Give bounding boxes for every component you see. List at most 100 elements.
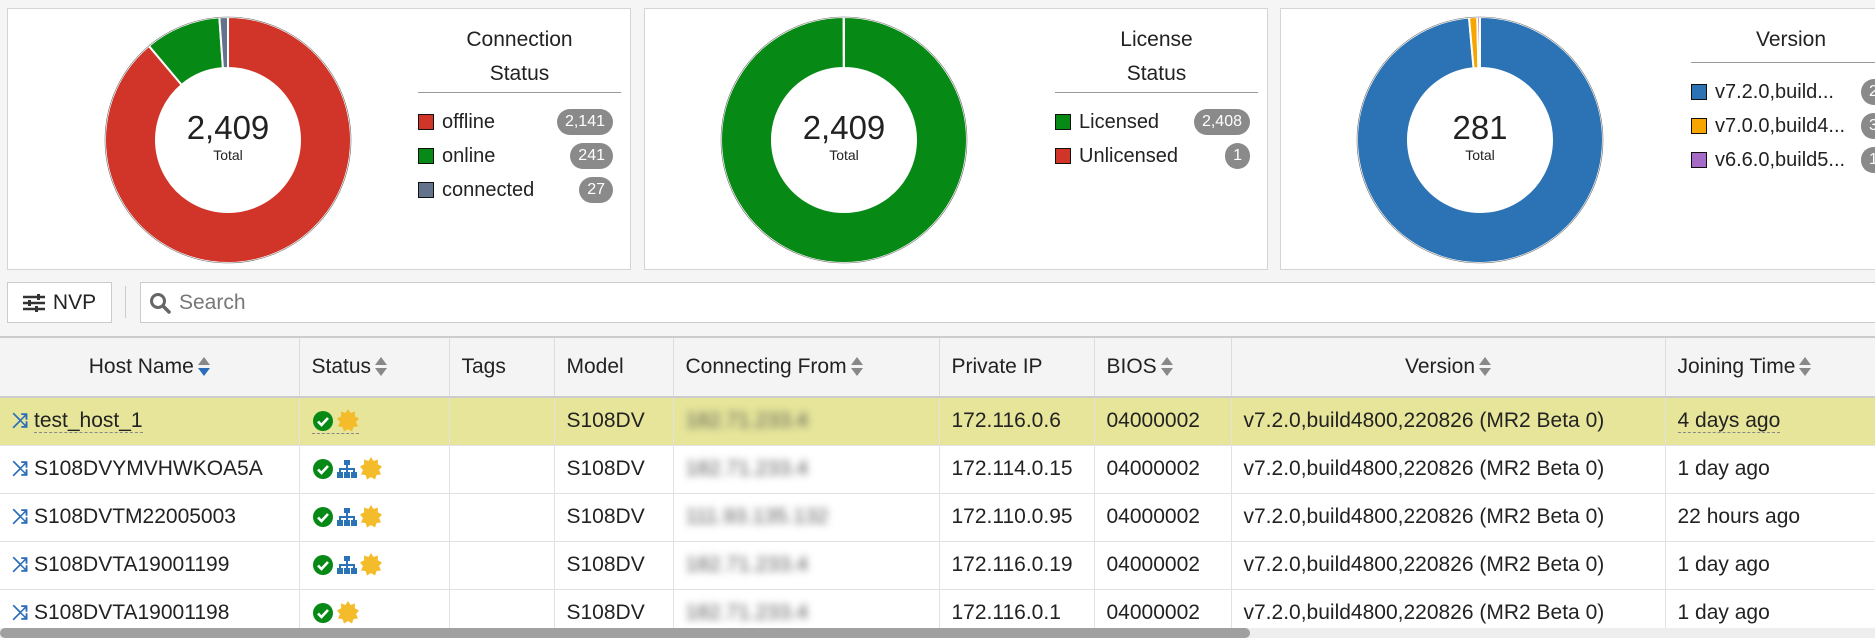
tags-cell (449, 445, 555, 494)
connecting-from-cell: 182.71.233.4 (673, 397, 940, 446)
tags-cell (449, 397, 555, 446)
model-cell: S108DV (554, 541, 674, 590)
legend-count-badge: 1 (1225, 143, 1250, 169)
legend-label: connected (442, 178, 535, 201)
nvp-button[interactable]: NVP (7, 282, 112, 323)
column-header-label: Connecting From (685, 355, 847, 378)
legend-count-badge: 3 (1861, 113, 1875, 139)
host-name-cell[interactable]: ⤨ S108DVTA19001199 (0, 541, 300, 590)
host-name-cell[interactable]: ⤨ S108DVTM22005003 (0, 493, 300, 542)
legend-count-badge: 2,408 (1193, 109, 1250, 135)
joining-time: 1 day ago (1677, 553, 1770, 576)
legend-title: License Status (1055, 23, 1258, 91)
sitemap-icon (336, 508, 357, 527)
legend-item[interactable]: Licensed 2,408 (1055, 109, 1250, 135)
host-name[interactable]: S108DVYMVHWKOA5A (34, 457, 263, 480)
bios-cell: 04000002 (1094, 493, 1232, 542)
table-row[interactable]: ⤨ S108DVYMVHWKOA5A S108DV 182.71.233.4 17… (0, 445, 1875, 494)
connecting-from-cell: 182.71.233.4 (673, 541, 940, 590)
host-name-cell[interactable]: ⤨ test_host_1 (0, 397, 300, 446)
legend-swatch (1691, 84, 1707, 100)
private-ip-cell: 172.110.0.95 (939, 493, 1095, 542)
scrollbar-thumb[interactable] (0, 628, 1250, 638)
legend-item[interactable]: connected 27 (418, 177, 613, 203)
table-row[interactable]: ⤨ S108DVTM22005003 S108DV 111.93.135.132 … (0, 493, 1875, 542)
version-cell: v7.2.0,build4800,220826 (MR2 Beta 0) (1231, 541, 1666, 590)
legend-item[interactable]: v6.6.0,build5... 1 (1691, 147, 1875, 173)
bios-cell: 04000002 (1094, 445, 1232, 494)
host-name[interactable]: S108DVTM22005003 (34, 505, 236, 528)
legend-swatch (1055, 148, 1071, 164)
joining-time: 4 days ago (1677, 409, 1781, 434)
host-name-cell[interactable]: ⤨ S108DVYMVHWKOA5A (0, 445, 300, 494)
sort-icon[interactable] (375, 357, 388, 377)
column-header-label: Joining Time (1677, 355, 1796, 378)
model-cell: S108DV (554, 445, 674, 494)
column-header-private-ip[interactable]: Private IP (939, 336, 1095, 398)
column-header-joining-time[interactable]: Joining Time (1665, 336, 1875, 398)
total-value: 281 (1452, 109, 1508, 146)
private-ip-cell: 172.116.0.6 (939, 397, 1095, 446)
sort-icon[interactable] (1799, 357, 1812, 377)
legend-item[interactable]: Unlicensed 1 (1055, 143, 1250, 169)
legend-item[interactable]: online 241 (418, 143, 613, 169)
status-cell (299, 541, 450, 590)
version-cell: v7.2.0,build4800,220826 (MR2 Beta 0) (1231, 445, 1666, 494)
license-badge-icon (359, 457, 382, 480)
toolbar: NVP (0, 282, 1875, 324)
column-header-host-name[interactable]: Host Name (0, 336, 300, 398)
column-header-status[interactable]: Status (299, 336, 450, 398)
joining-time: 1 day ago (1677, 457, 1770, 480)
legend-swatch (418, 114, 434, 130)
column-header-bios[interactable]: BIOS (1094, 336, 1232, 398)
column-header-model[interactable]: Model (554, 336, 674, 398)
legend-count-badge: 277 (1861, 79, 1875, 105)
sitemap-icon (336, 556, 357, 575)
online-check-icon (312, 555, 333, 576)
host-name[interactable]: S108DVTA19001198 (34, 601, 229, 624)
version-panel: 281Total Version v7.2.0,build... 277 v7.0.0,… (1280, 8, 1875, 270)
total-label: Total (213, 147, 243, 163)
legend-item[interactable]: offline 2,141 (418, 109, 613, 135)
column-header-tags[interactable]: Tags (449, 336, 555, 398)
legend-title: Connection Status (418, 23, 621, 91)
sort-icon[interactable] (1160, 357, 1173, 377)
legend-title-line: Connection (466, 28, 573, 51)
online-check-icon (312, 603, 333, 624)
online-check-icon (312, 459, 333, 480)
column-header-connecting-from[interactable]: Connecting From (673, 336, 940, 398)
tags-cell (449, 493, 555, 542)
license-badge-icon (359, 553, 382, 576)
total-label: Total (1465, 147, 1495, 163)
legend-swatch (418, 182, 434, 198)
search-box[interactable] (140, 282, 1875, 323)
connecting-from-ip: 182.71.233.4 (685, 553, 809, 576)
legend-label: v6.6.0,build5... (1715, 148, 1846, 171)
connection-status-panel: 2,409 Total Connection Status offline 2,141 on… (7, 8, 631, 270)
sort-icon[interactable] (197, 357, 210, 377)
status-cell (299, 445, 450, 494)
sort-icon[interactable] (850, 357, 863, 377)
horizontal-scrollbar[interactable] (0, 628, 1875, 638)
legend-swatch (1691, 118, 1707, 134)
donut-slice-2[interactable] (1476, 15, 1481, 70)
table-row[interactable]: ⤨ test_host_1 S108DV 182.71.233.4 172.116… (0, 397, 1875, 446)
table-row[interactable]: ⤨ S108DVTA19001199 S108DV 182.71.233.4 17… (0, 541, 1875, 590)
legend-title-line: Version (1755, 28, 1827, 51)
search-input[interactable] (179, 290, 1779, 315)
nvp-label: NVP (52, 290, 97, 314)
host-name[interactable]: S108DVTA19001199 (34, 553, 229, 576)
legend-item[interactable]: v7.2.0,build... 277 (1691, 79, 1875, 105)
column-header-version[interactable]: Version (1231, 336, 1666, 398)
legend-label: online (442, 144, 496, 167)
legend-divider (1055, 92, 1258, 93)
sort-icon[interactable] (1479, 357, 1492, 377)
license-badge-icon (336, 408, 359, 432)
host-name[interactable]: test_host_1 (34, 409, 143, 434)
legend-item[interactable]: v7.0.0,build4... 3 (1691, 113, 1875, 139)
joining-time-cell: 22 hours ago (1665, 493, 1875, 542)
legend-title-line: Status (489, 62, 550, 85)
connecting-from-cell: 111.93.135.132 (673, 493, 940, 542)
column-header-label: Tags (461, 355, 506, 378)
legend-label: v7.0.0,build4... (1715, 114, 1846, 137)
